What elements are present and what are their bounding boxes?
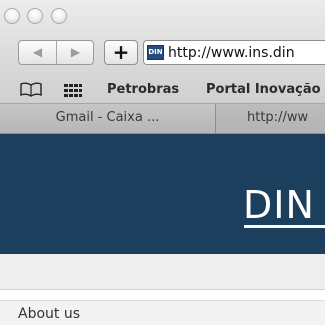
tab-bar: Gmail - Caixa ... http://ww <box>0 104 325 134</box>
about-us-link[interactable]: About us <box>18 306 80 322</box>
toolbar: ◀ ▶ + DIN http://www.ins.din <box>0 36 325 76</box>
site-favicon-icon: DIN <box>147 45 164 60</box>
bookmarks-bar: Petrobras Portal Inovação <box>0 76 325 104</box>
page-header-banner: DIN <box>0 134 325 254</box>
address-bar[interactable]: DIN http://www.ins.din <box>143 40 325 65</box>
logo-underline <box>244 225 325 228</box>
grid-icon[interactable] <box>64 83 82 102</box>
forward-arrow-icon: ▶ <box>70 45 81 59</box>
tab-label: http://ww <box>247 110 309 125</box>
logo-text: DIN <box>243 183 315 227</box>
navigation-strip <box>0 254 325 290</box>
tab-label: Gmail - Caixa ... <box>55 110 160 125</box>
forward-button[interactable]: ▶ <box>57 41 93 64</box>
spacer <box>0 290 325 300</box>
browser-window: ◀ ▶ + DIN http://www.ins.din Petrobras P… <box>0 0 325 325</box>
title-bar <box>0 0 325 36</box>
url-text[interactable]: http://www.ins.din <box>168 44 295 62</box>
add-bookmark-button[interactable]: + <box>104 40 138 65</box>
minimize-window-button[interactable] <box>27 8 43 24</box>
tab-din[interactable]: http://ww <box>217 104 325 133</box>
back-button[interactable]: ◀ <box>19 41 57 64</box>
tab-gmail[interactable]: Gmail - Caixa ... <box>0 104 216 133</box>
bookmark-portal-inovacao[interactable]: Portal Inovação <box>206 82 321 98</box>
back-arrow-icon: ◀ <box>32 45 43 59</box>
close-window-button[interactable] <box>4 8 20 24</box>
zoom-window-button[interactable] <box>51 8 67 24</box>
bookmark-petrobras[interactable]: Petrobras <box>107 82 179 98</box>
footer-nav: About us <box>0 300 325 325</box>
book-icon[interactable] <box>20 81 42 101</box>
back-forward-group: ◀ ▶ <box>18 40 94 65</box>
plus-icon: + <box>112 40 130 64</box>
